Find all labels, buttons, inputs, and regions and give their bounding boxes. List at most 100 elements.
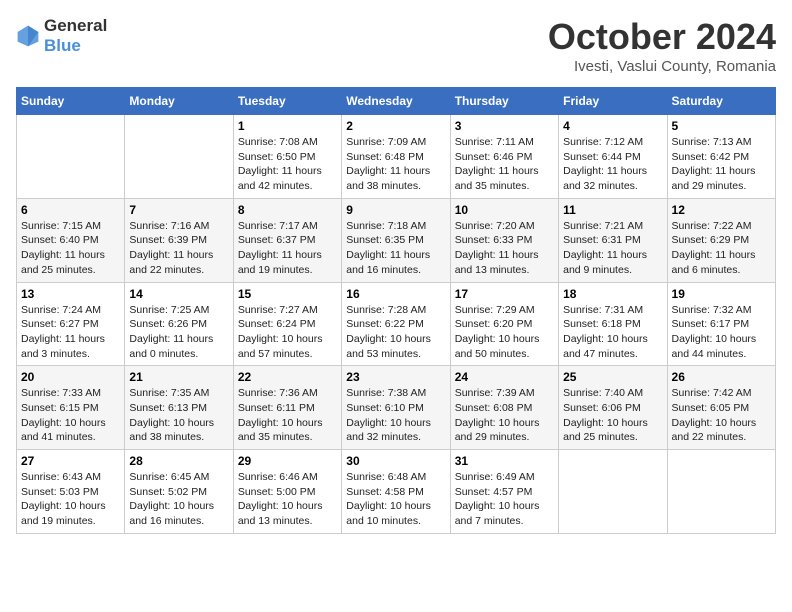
calendar-cell: 18 Sunrise: 7:31 AM Sunset: 6:18 PM Dayl… [559, 282, 667, 366]
calendar-cell: 8 Sunrise: 7:17 AM Sunset: 6:37 PM Dayli… [233, 198, 341, 282]
day-header-wednesday: Wednesday [342, 88, 450, 115]
sunset-label: Sunset: 6:05 PM [672, 402, 750, 414]
daylight-label: Daylight: 11 hours and 16 minutes. [346, 249, 430, 276]
sunrise-label: Sunrise: 7:28 AM [346, 304, 426, 316]
sunset-label: Sunset: 6:26 PM [129, 318, 207, 330]
day-info: Sunrise: 7:29 AM Sunset: 6:20 PM Dayligh… [455, 303, 554, 362]
day-info: Sunrise: 6:43 AM Sunset: 5:03 PM Dayligh… [21, 470, 120, 529]
day-info: Sunrise: 7:21 AM Sunset: 6:31 PM Dayligh… [563, 219, 662, 278]
day-info: Sunrise: 7:31 AM Sunset: 6:18 PM Dayligh… [563, 303, 662, 362]
day-info: Sunrise: 6:45 AM Sunset: 5:02 PM Dayligh… [129, 470, 228, 529]
sunset-label: Sunset: 6:40 PM [21, 234, 99, 246]
day-header-sunday: Sunday [17, 88, 125, 115]
day-number: 4 [563, 119, 662, 133]
sunset-label: Sunset: 6:31 PM [563, 234, 641, 246]
day-info: Sunrise: 7:36 AM Sunset: 6:11 PM Dayligh… [238, 386, 337, 445]
sunset-label: Sunset: 5:03 PM [21, 486, 99, 498]
calendar-cell: 6 Sunrise: 7:15 AM Sunset: 6:40 PM Dayli… [17, 198, 125, 282]
daylight-label: Daylight: 11 hours and 9 minutes. [563, 249, 647, 276]
title-block: October 2024 Ivesti, Vaslui County, Roma… [548, 16, 776, 75]
daylight-label: Daylight: 11 hours and 35 minutes. [455, 165, 539, 192]
day-info: Sunrise: 7:22 AM Sunset: 6:29 PM Dayligh… [672, 219, 771, 278]
calendar-cell: 23 Sunrise: 7:38 AM Sunset: 6:10 PM Dayl… [342, 366, 450, 450]
sunrise-label: Sunrise: 7:35 AM [129, 387, 209, 399]
sunset-label: Sunset: 6:18 PM [563, 318, 641, 330]
sunset-label: Sunset: 6:44 PM [563, 151, 641, 163]
calendar-week-1: 1 Sunrise: 7:08 AM Sunset: 6:50 PM Dayli… [17, 115, 776, 199]
calendar-cell: 21 Sunrise: 7:35 AM Sunset: 6:13 PM Dayl… [125, 366, 233, 450]
day-info: Sunrise: 7:42 AM Sunset: 6:05 PM Dayligh… [672, 386, 771, 445]
daylight-label: Daylight: 10 hours and 32 minutes. [346, 417, 431, 444]
location-title: Ivesti, Vaslui County, Romania [548, 58, 776, 75]
day-number: 16 [346, 287, 445, 301]
calendar-week-3: 13 Sunrise: 7:24 AM Sunset: 6:27 PM Dayl… [17, 282, 776, 366]
calendar-cell: 13 Sunrise: 7:24 AM Sunset: 6:27 PM Dayl… [17, 282, 125, 366]
day-header-tuesday: Tuesday [233, 88, 341, 115]
sunset-label: Sunset: 6:35 PM [346, 234, 424, 246]
sunset-label: Sunset: 6:17 PM [672, 318, 750, 330]
day-number: 19 [672, 287, 771, 301]
calendar-cell: 3 Sunrise: 7:11 AM Sunset: 6:46 PM Dayli… [450, 115, 558, 199]
sunrise-label: Sunrise: 7:12 AM [563, 136, 643, 148]
sunrise-label: Sunrise: 7:16 AM [129, 220, 209, 232]
day-number: 20 [21, 370, 120, 384]
day-info: Sunrise: 7:28 AM Sunset: 6:22 PM Dayligh… [346, 303, 445, 362]
calendar-cell: 4 Sunrise: 7:12 AM Sunset: 6:44 PM Dayli… [559, 115, 667, 199]
day-info: Sunrise: 7:13 AM Sunset: 6:42 PM Dayligh… [672, 135, 771, 194]
calendar-cell [667, 450, 775, 534]
sunrise-label: Sunrise: 7:09 AM [346, 136, 426, 148]
day-number: 22 [238, 370, 337, 384]
sunset-label: Sunset: 6:20 PM [455, 318, 533, 330]
sunset-label: Sunset: 6:24 PM [238, 318, 316, 330]
day-info: Sunrise: 7:39 AM Sunset: 6:08 PM Dayligh… [455, 386, 554, 445]
sunrise-label: Sunrise: 6:46 AM [238, 471, 318, 483]
sunrise-label: Sunrise: 7:42 AM [672, 387, 752, 399]
day-header-monday: Monday [125, 88, 233, 115]
daylight-label: Daylight: 10 hours and 16 minutes. [129, 500, 214, 527]
day-number: 28 [129, 454, 228, 468]
calendar-cell: 30 Sunrise: 6:48 AM Sunset: 4:58 PM Dayl… [342, 450, 450, 534]
day-number: 30 [346, 454, 445, 468]
sunrise-label: Sunrise: 7:36 AM [238, 387, 318, 399]
day-number: 17 [455, 287, 554, 301]
calendar-cell: 19 Sunrise: 7:32 AM Sunset: 6:17 PM Dayl… [667, 282, 775, 366]
day-number: 27 [21, 454, 120, 468]
day-number: 5 [672, 119, 771, 133]
calendar-cell: 17 Sunrise: 7:29 AM Sunset: 6:20 PM Dayl… [450, 282, 558, 366]
day-number: 1 [238, 119, 337, 133]
daylight-label: Daylight: 11 hours and 6 minutes. [672, 249, 756, 276]
calendar-cell: 5 Sunrise: 7:13 AM Sunset: 6:42 PM Dayli… [667, 115, 775, 199]
logo-blue: Blue [44, 36, 81, 55]
sunrise-label: Sunrise: 7:25 AM [129, 304, 209, 316]
daylight-label: Daylight: 10 hours and 41 minutes. [21, 417, 106, 444]
sunrise-label: Sunrise: 6:49 AM [455, 471, 535, 483]
day-info: Sunrise: 7:08 AM Sunset: 6:50 PM Dayligh… [238, 135, 337, 194]
calendar-cell: 31 Sunrise: 6:49 AM Sunset: 4:57 PM Dayl… [450, 450, 558, 534]
day-header-thursday: Thursday [450, 88, 558, 115]
daylight-label: Daylight: 11 hours and 42 minutes. [238, 165, 322, 192]
calendar-cell: 24 Sunrise: 7:39 AM Sunset: 6:08 PM Dayl… [450, 366, 558, 450]
day-number: 2 [346, 119, 445, 133]
day-header-friday: Friday [559, 88, 667, 115]
day-info: Sunrise: 7:25 AM Sunset: 6:26 PM Dayligh… [129, 303, 228, 362]
calendar-cell: 15 Sunrise: 7:27 AM Sunset: 6:24 PM Dayl… [233, 282, 341, 366]
calendar-cell: 22 Sunrise: 7:36 AM Sunset: 6:11 PM Dayl… [233, 366, 341, 450]
calendar-cell: 1 Sunrise: 7:08 AM Sunset: 6:50 PM Dayli… [233, 115, 341, 199]
sunrise-label: Sunrise: 7:39 AM [455, 387, 535, 399]
sunset-label: Sunset: 6:29 PM [672, 234, 750, 246]
calendar-cell: 9 Sunrise: 7:18 AM Sunset: 6:35 PM Dayli… [342, 198, 450, 282]
day-info: Sunrise: 6:48 AM Sunset: 4:58 PM Dayligh… [346, 470, 445, 529]
calendar-cell: 20 Sunrise: 7:33 AM Sunset: 6:15 PM Dayl… [17, 366, 125, 450]
calendar-cell: 29 Sunrise: 6:46 AM Sunset: 5:00 PM Dayl… [233, 450, 341, 534]
sunset-label: Sunset: 6:37 PM [238, 234, 316, 246]
calendar-cell: 12 Sunrise: 7:22 AM Sunset: 6:29 PM Dayl… [667, 198, 775, 282]
sunrise-label: Sunrise: 7:17 AM [238, 220, 318, 232]
month-title: October 2024 [548, 16, 776, 58]
daylight-label: Daylight: 11 hours and 22 minutes. [129, 249, 213, 276]
day-number: 9 [346, 203, 445, 217]
page-header: General Blue October 2024 Ivesti, Vaslui… [16, 16, 776, 75]
sunset-label: Sunset: 6:42 PM [672, 151, 750, 163]
calendar-cell [125, 115, 233, 199]
day-number: 12 [672, 203, 771, 217]
calendar-week-2: 6 Sunrise: 7:15 AM Sunset: 6:40 PM Dayli… [17, 198, 776, 282]
